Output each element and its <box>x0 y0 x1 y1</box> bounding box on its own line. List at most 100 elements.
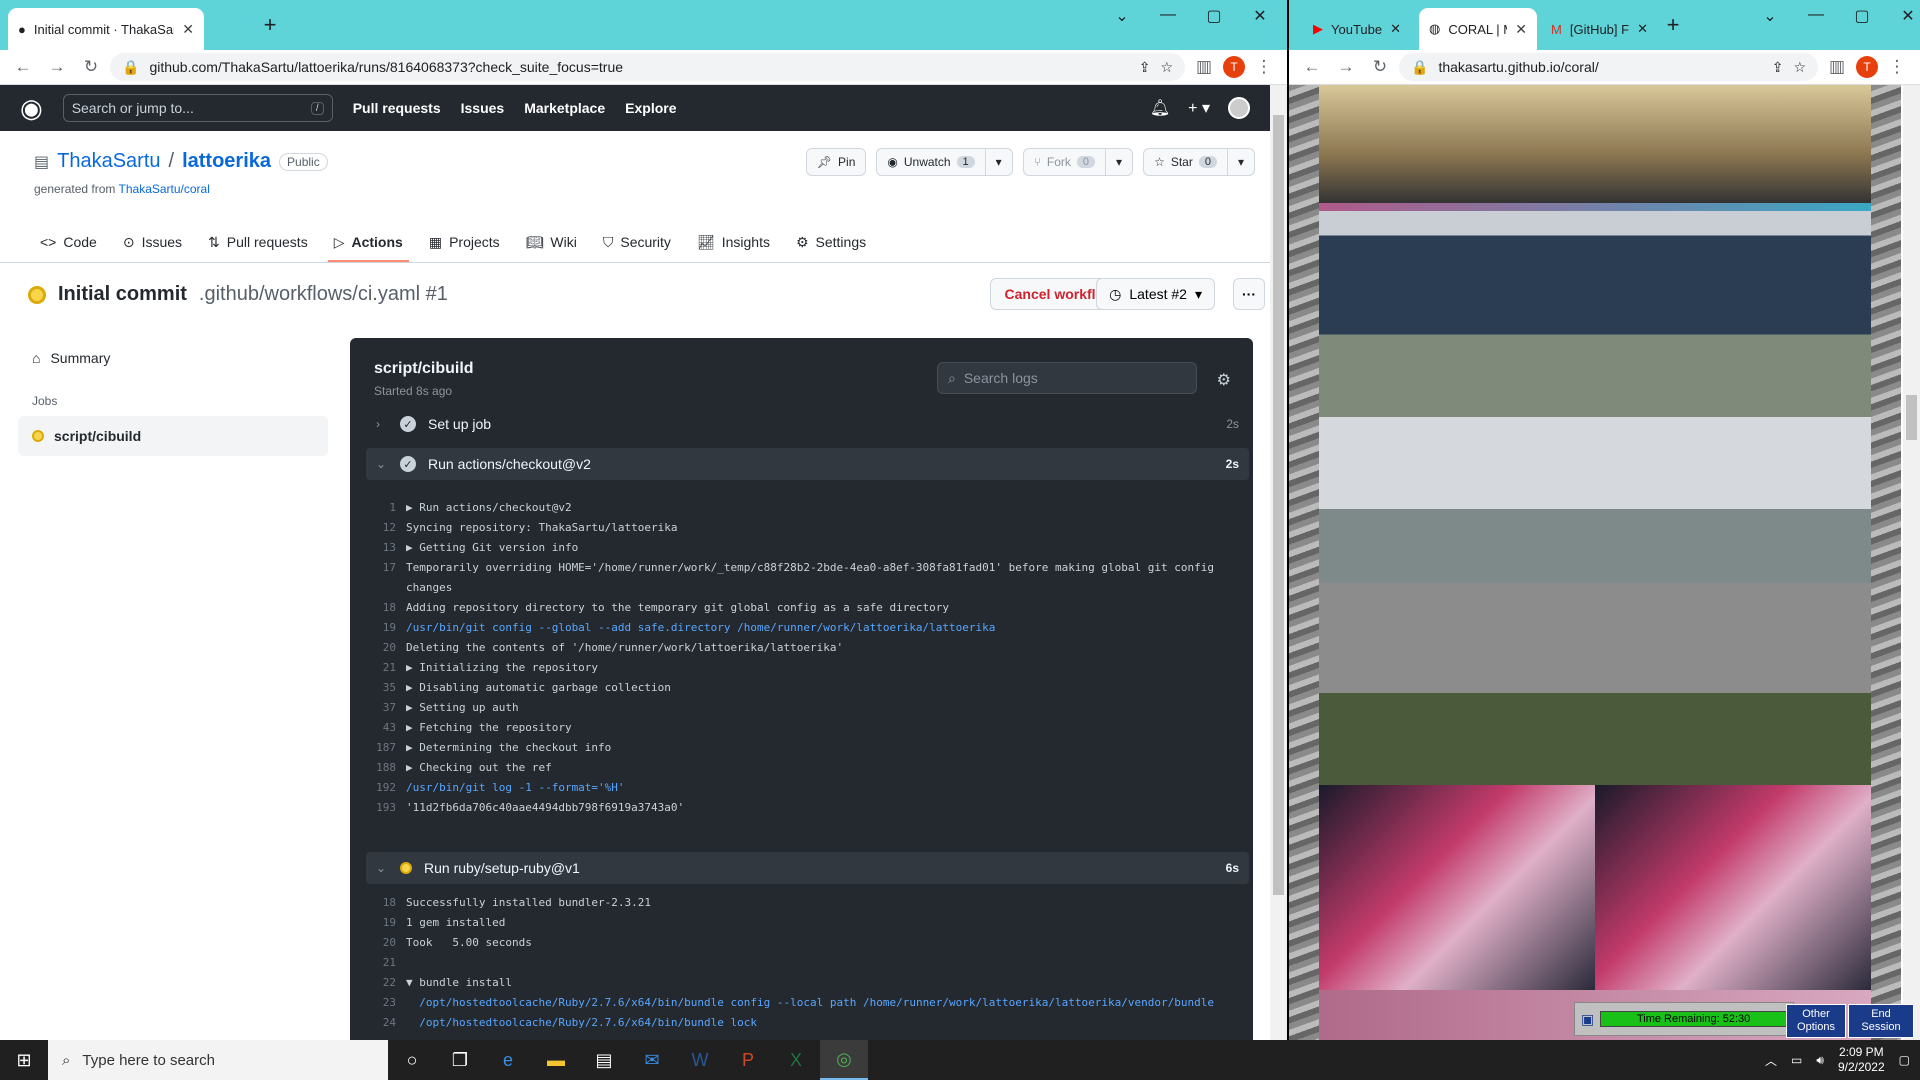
chevron-up-icon[interactable]: ︿ <box>1765 1052 1777 1069</box>
end-session-button[interactable]: End Session <box>1848 1004 1914 1038</box>
github-tab[interactable]: ● Initial commit · ThakaSartu/lattoe ✕ <box>8 8 204 50</box>
maximize-button[interactable]: ▢ <box>1839 6 1885 26</box>
page-scrollbar[interactable] <box>1903 85 1920 1040</box>
scrollbar-thumb[interactable] <box>1906 395 1917 440</box>
log-line-number[interactable]: 19 <box>366 913 406 933</box>
excel-icon[interactable]: X <box>772 1040 820 1080</box>
log-settings-gear-icon[interactable]: ⚙ <box>1217 370 1231 390</box>
bell-icon[interactable]: 🔔︎ <box>1150 98 1170 118</box>
user-avatar[interactable] <box>1228 97 1250 119</box>
close-window-button[interactable]: ✕ <box>1885 6 1920 26</box>
task-view-icon[interactable]: ❐ <box>436 1040 484 1080</box>
forward-icon[interactable]: → <box>42 52 72 82</box>
other-options-button[interactable]: Other Options <box>1786 1004 1846 1038</box>
star-dropdown-icon[interactable]: ▾ <box>1226 149 1254 175</box>
reload-icon[interactable]: ↻ <box>76 52 106 82</box>
unwatch-dropdown-icon[interactable]: ▾ <box>984 149 1012 175</box>
tab-projects[interactable]: ▦ Projects <box>429 222 500 262</box>
nav-marketplace[interactable]: Marketplace <box>524 100 605 116</box>
log-line-number[interactable]: 193 <box>366 798 406 818</box>
log-line-number[interactable]: 24 <box>366 1013 406 1033</box>
step-set-up-job[interactable]: › ✓ Set up job 2s <box>366 408 1249 440</box>
share-icon[interactable]: ⇪ <box>1772 59 1784 76</box>
log-line-number[interactable]: 18 <box>366 893 406 913</box>
repo-name-link[interactable]: lattoerika <box>182 150 271 173</box>
log-line-number[interactable]: 22 <box>366 973 406 993</box>
page-scrollbar[interactable] <box>1270 85 1287 1040</box>
tab-issues[interactable]: ⊙ Issues <box>123 222 182 262</box>
minimize-button[interactable]: — <box>1145 6 1191 26</box>
tab-code[interactable]: <> Code <box>40 222 97 262</box>
nav-pull-requests[interactable]: Pull requests <box>353 100 441 116</box>
address-bar[interactable]: 🔒 github.com/ThakaSartu/lattoerika/runs/… <box>110 53 1185 81</box>
log-line-number[interactable]: 13 <box>366 538 406 558</box>
back-icon[interactable]: ← <box>8 52 38 82</box>
log-line-number[interactable]: 19 <box>366 618 406 638</box>
nav-explore[interactable]: Explore <box>625 100 676 116</box>
gmail-tab[interactable]: M [GitHub] F ✕ <box>1541 12 1658 46</box>
plus-dropdown-icon[interactable]: + ▾ <box>1188 98 1210 118</box>
bookmark-star-icon[interactable]: ☆ <box>1793 59 1806 76</box>
log-line-number[interactable]: 20 <box>366 638 406 658</box>
windows-start-icon[interactable]: ⊞ <box>0 1040 48 1080</box>
tab-insights[interactable]: 📈︎ Insights <box>697 222 770 262</box>
store-icon[interactable]: ▤ <box>580 1040 628 1080</box>
close-tab-icon[interactable]: ✕ <box>1390 21 1401 37</box>
log-line-number[interactable]: 1 <box>366 498 406 518</box>
tab-wiki[interactable]: 📖︎ Wiki <box>526 222 577 262</box>
star-button[interactable]: ☆ Star 0 ▾ <box>1143 148 1255 176</box>
log-line-number[interactable]: 21 <box>366 658 406 678</box>
search-input[interactable]: Search or jump to... / <box>62 94 333 122</box>
step-checkout[interactable]: ⌄ ✓ Run actions/checkout@v2 2s <box>366 448 1249 480</box>
tab-security[interactable]: ⛉ Security <box>603 222 671 262</box>
reload-icon[interactable]: ↻ <box>1365 52 1395 82</box>
cortana-icon[interactable]: ○ <box>388 1040 436 1080</box>
chrome-icon[interactable]: ◎ <box>820 1040 868 1080</box>
profile-avatar[interactable]: T <box>1223 56 1245 78</box>
new-tab-button[interactable]: + <box>1659 12 1687 38</box>
log-line-number[interactable]: 35 <box>366 678 406 698</box>
notifications-icon[interactable]: ▢ <box>1899 1053 1910 1067</box>
file-explorer-icon[interactable]: ▬ <box>532 1040 580 1080</box>
sidepanel-icon[interactable]: ▥ <box>1189 52 1219 82</box>
step-setup-ruby[interactable]: ⌄ Run ruby/setup-ruby@v1 6s <box>366 852 1249 884</box>
repo-owner-link[interactable]: ThakaSartu <box>57 150 160 173</box>
log-line-number[interactable]: 188 <box>366 758 406 778</box>
close-tab-icon[interactable]: ✕ <box>1637 21 1648 37</box>
back-icon[interactable]: ← <box>1297 52 1327 82</box>
nav-issues[interactable]: Issues <box>461 100 505 116</box>
profile-avatar[interactable]: T <box>1856 56 1878 78</box>
tab-search-icon[interactable]: ⌄ <box>1099 6 1145 26</box>
photo-portapotty-right[interactable] <box>1595 417 1871 785</box>
photo-portapotty-left[interactable] <box>1319 417 1595 785</box>
photo-graffiti-left[interactable] <box>1319 211 1595 417</box>
edge-icon[interactable]: e <box>484 1040 532 1080</box>
log-line-number[interactable]: 23 <box>366 993 406 1013</box>
youtube-tab[interactable]: ▶ YouTube ✕ <box>1303 12 1411 46</box>
mail-icon[interactable]: ✉ <box>628 1040 676 1080</box>
photo-mural-left[interactable] <box>1319 785 1595 990</box>
maximize-button[interactable]: ▢ <box>1191 6 1237 26</box>
word-icon[interactable]: W <box>676 1040 724 1080</box>
log-line-number[interactable]: 18 <box>366 598 406 618</box>
job-item-cibuild[interactable]: script/cibuild <box>18 416 328 456</box>
log-line-number[interactable]: 37 <box>366 698 406 718</box>
latest-attempt-button[interactable]: ◷ Latest #2 ▾ <box>1096 278 1215 310</box>
fork-dropdown-icon[interactable]: ▾ <box>1105 149 1132 175</box>
coral-tab[interactable]: ◍ CORAL | M ✕ <box>1419 8 1537 50</box>
taskbar-search[interactable]: ⌕ Type here to search <box>48 1040 388 1080</box>
photo-car[interactable] <box>1319 85 1871 203</box>
log-line-number[interactable]: 20 <box>366 933 406 953</box>
tab-search-icon[interactable]: ⌄ <box>1747 6 1793 26</box>
share-icon[interactable]: ⇪ <box>1139 59 1151 76</box>
sidepanel-icon[interactable]: ▥ <box>1822 52 1852 82</box>
fork-button[interactable]: ⑂ Fork 0 ▾ <box>1022 148 1134 176</box>
photo-mural-right[interactable] <box>1595 785 1871 990</box>
address-bar[interactable]: 🔒 thakasartu.github.io/coral/ ⇪ ☆ <box>1399 53 1818 81</box>
forward-icon[interactable]: → <box>1331 52 1361 82</box>
log-line-number[interactable]: 192 <box>366 778 406 798</box>
photo-graffiti-right[interactable] <box>1595 211 1871 417</box>
log-line-number[interactable]: 43 <box>366 718 406 738</box>
log-line-number[interactable]: 12 <box>366 518 406 538</box>
tab-actions[interactable]: ▷ Actions <box>327 222 409 262</box>
